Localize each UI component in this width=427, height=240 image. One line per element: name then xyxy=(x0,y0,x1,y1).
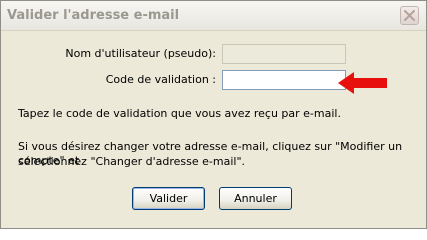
validation-code-label: Code de validation : xyxy=(105,73,216,86)
close-button[interactable] xyxy=(400,6,419,25)
dialog-title: Valider l'adresse e-mail xyxy=(7,8,180,23)
validate-email-dialog: Valider l'adresse e-mail Nom d'utilisate… xyxy=(0,0,427,229)
change-email-hint-line2: sélectionnez "Changer d'adresse e-mail". xyxy=(18,155,246,168)
dialog-body: Nom d'utilisateur (pseudo): Code de vali… xyxy=(1,31,426,228)
username-label: Nom d'utilisateur (pseudo): xyxy=(65,47,216,60)
validate-button[interactable]: Valider xyxy=(132,187,205,210)
title-bar[interactable]: Valider l'adresse e-mail xyxy=(1,1,426,31)
cancel-button[interactable]: Annuler xyxy=(219,187,292,210)
instruction-text: Tapez le code de validation que vous ave… xyxy=(18,107,341,120)
validation-code-input[interactable] xyxy=(222,70,346,90)
close-icon xyxy=(404,10,415,21)
username-field xyxy=(222,44,346,64)
red-arrow-left-icon xyxy=(338,72,387,94)
